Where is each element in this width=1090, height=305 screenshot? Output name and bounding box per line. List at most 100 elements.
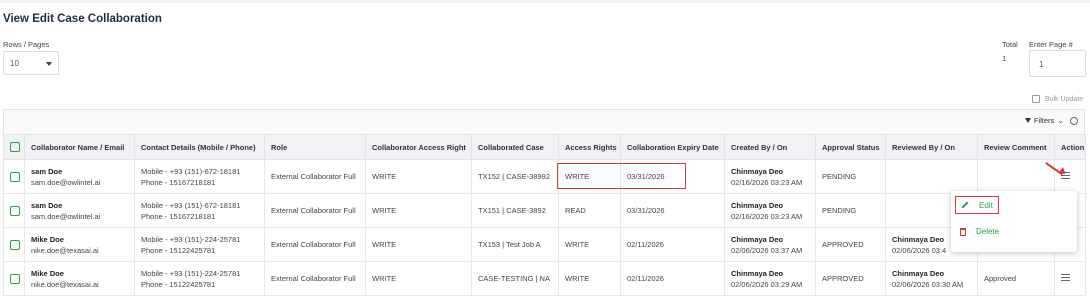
bulk-update-icon — [1032, 95, 1040, 103]
collaborator-access-cell: WRITE — [365, 193, 472, 228]
table-toolbar: Filters ⌄ — [3, 109, 1085, 134]
column-header[interactable]: Approval Status — [815, 134, 886, 160]
collaborator-name: Mike Doe — [31, 268, 64, 278]
collaborator-cell: Mike Doe nike.doe@texasai.ai — [24, 261, 135, 296]
page-number-input[interactable]: 1 — [1029, 50, 1086, 77]
mobile-number: Mobile - +93 (151)-672-18181 — [141, 200, 241, 210]
column-header[interactable]: Collaborated Case — [471, 134, 559, 160]
trash-icon — [960, 227, 966, 236]
collaborator-access-cell: WRITE — [365, 227, 472, 262]
created-on: 02/06/2026 03:37 AM — [731, 245, 803, 255]
created-on: 02/16/2026 03:23 AM — [731, 211, 803, 221]
reviewed-on: 02/06/2026 03:30 AM — [892, 279, 964, 289]
phone-number: Phone - 15122425781 — [141, 245, 216, 255]
phone-number: Phone - 15167218181 — [141, 177, 216, 187]
created-cell: Chinmaya Deo 02/06/2026 03:29 AM — [724, 261, 816, 296]
collaborator-email: sam.doe@owlintel.ai — [31, 177, 101, 187]
mobile-number: Mobile - +93 (151)-224-25781 — [141, 268, 241, 278]
delete-label: Delete — [976, 227, 1000, 236]
case-cell: CASE-TESTING | NA — [471, 261, 559, 296]
column-header[interactable]: Collaborator Access Right — [365, 134, 472, 160]
row-checkbox[interactable] — [10, 239, 20, 250]
action-cell — [1054, 261, 1086, 296]
column-header[interactable]: Access Rights — [558, 134, 621, 160]
page-title: View Edit Case Collaboration — [3, 13, 162, 25]
row-select-cell — [3, 193, 25, 228]
chevron-down-icon: ⌄ — [1057, 116, 1064, 125]
collaborator-name: sam Doe — [31, 166, 63, 176]
approval-status-cell: APPROVED — [815, 227, 886, 262]
bulk-update-button[interactable]: Bulk Update — [1032, 95, 1083, 103]
rows-per-page-label: Rows / Pages — [3, 40, 50, 49]
column-header[interactable]: Collaboration Expiry Date — [620, 134, 725, 160]
role-cell: External Collaborator Full — [264, 193, 366, 228]
collaborator-cell: Mike Doe nike.doe@texasai.ai — [24, 227, 135, 262]
edit-menu-item[interactable]: Edit — [955, 196, 999, 214]
case-cell: TX152 | CASE-38992 — [471, 159, 559, 194]
select-all-checkbox[interactable] — [10, 142, 20, 152]
rows-per-page-select[interactable]: 10 — [3, 51, 59, 75]
created-cell: Chinmaya Deo 02/16/2026 03:23 AM — [724, 193, 816, 228]
role-cell: External Collaborator Full — [264, 261, 366, 296]
column-header[interactable]: Created By / On — [724, 134, 816, 160]
collaborator-cell: sam Doe sam.doe@owlintel.ai — [24, 193, 135, 228]
total-value: 1 — [1002, 54, 1007, 63]
access-rights-cell: READ — [558, 193, 621, 228]
expiry-date-cell: 02/11/2026 — [620, 227, 725, 262]
reviewed-cell — [885, 159, 978, 194]
access-rights-cell: WRITE — [558, 261, 621, 296]
column-header[interactable]: Contact Details (Mobile / Phone) — [134, 134, 265, 160]
approval-status-cell: APPROVED — [815, 261, 886, 296]
column-header[interactable]: Role — [264, 134, 366, 160]
filter-icon — [1024, 118, 1031, 123]
row-select-cell — [3, 227, 25, 262]
table-row: sam Doe sam.doe@owlintel.ai Mobile - +93 … — [3, 193, 1086, 228]
page-number-label: Enter Page # — [1029, 40, 1073, 49]
collaboration-table: Collaborator Name / Email Contact Detail… — [3, 134, 1086, 296]
created-by: Chinmaya Deo — [731, 200, 784, 210]
menu-icon[interactable] — [1061, 274, 1070, 281]
contact-cell: Mobile - +93 (151)-224-25781 Phone - 1512… — [134, 261, 265, 296]
collaborator-email: nike.doe@texasai.ai — [31, 245, 99, 255]
reviewed-by: Chinmaya Deo — [892, 268, 945, 278]
created-cell: Chinmaya Deo 02/16/2026 03:23 AM — [724, 159, 816, 194]
collaborator-email: sam.doe@owlintel.ai — [31, 211, 101, 221]
expiry-date-cell: 02/11/2026 — [620, 261, 725, 296]
action-cell — [1054, 159, 1086, 194]
phone-number: Phone - 15122425781 — [141, 279, 216, 289]
expiry-date-cell: 03/31/2026 — [620, 193, 725, 228]
collaborator-email: nike.doe@texasai.ai — [31, 279, 99, 289]
phone-number: Phone - 15167218181 — [141, 211, 216, 221]
delete-menu-item[interactable]: Delete — [960, 227, 999, 236]
collaborator-access-cell: WRITE — [365, 261, 472, 296]
row-checkbox[interactable] — [10, 273, 20, 284]
total-label: Total — [1002, 40, 1018, 49]
table-row: Mike Doe nike.doe@texasai.ai Mobile - +93… — [3, 227, 1086, 262]
row-checkbox[interactable] — [10, 171, 20, 182]
settings-icon[interactable] — [1070, 116, 1078, 125]
access-rights-cell: WRITE — [558, 159, 621, 194]
bulk-update-label: Bulk Update — [1045, 95, 1084, 103]
filters-button[interactable]: Filters ⌄ — [1024, 116, 1078, 125]
pencil-icon — [961, 201, 969, 209]
chevron-down-icon — [46, 62, 52, 66]
case-cell: TX153 | Test Job A — [471, 227, 559, 262]
row-checkbox[interactable] — [10, 205, 20, 216]
collaborator-name: sam Doe — [31, 200, 63, 210]
filters-label: Filters — [1033, 116, 1055, 125]
role-cell: External Collaborator Full — [264, 227, 366, 262]
approval-status-cell: PENDING — [815, 193, 886, 228]
table-row: sam Doe sam.doe@owlintel.ai Mobile - +93 … — [3, 159, 1086, 194]
contact-cell: Mobile - +93 (151)-672-18181 Phone - 1516… — [134, 193, 265, 228]
row-select-cell — [3, 261, 25, 296]
select-all-cell — [3, 134, 25, 160]
collaborator-name: Mike Doe — [31, 234, 64, 244]
column-header[interactable]: Reviewed By / On — [885, 134, 978, 160]
approval-status-cell: PENDING — [815, 159, 886, 194]
review-comment-cell: Approved — [977, 261, 1055, 296]
column-header: Action — [1054, 134, 1086, 160]
column-header[interactable]: Review Comment — [977, 134, 1055, 160]
column-header[interactable]: Collaborator Name / Email — [24, 134, 135, 160]
edit-label: Edit — [979, 200, 993, 210]
contact-cell: Mobile - +93 (151)-672-18181 Phone - 1516… — [134, 159, 265, 194]
